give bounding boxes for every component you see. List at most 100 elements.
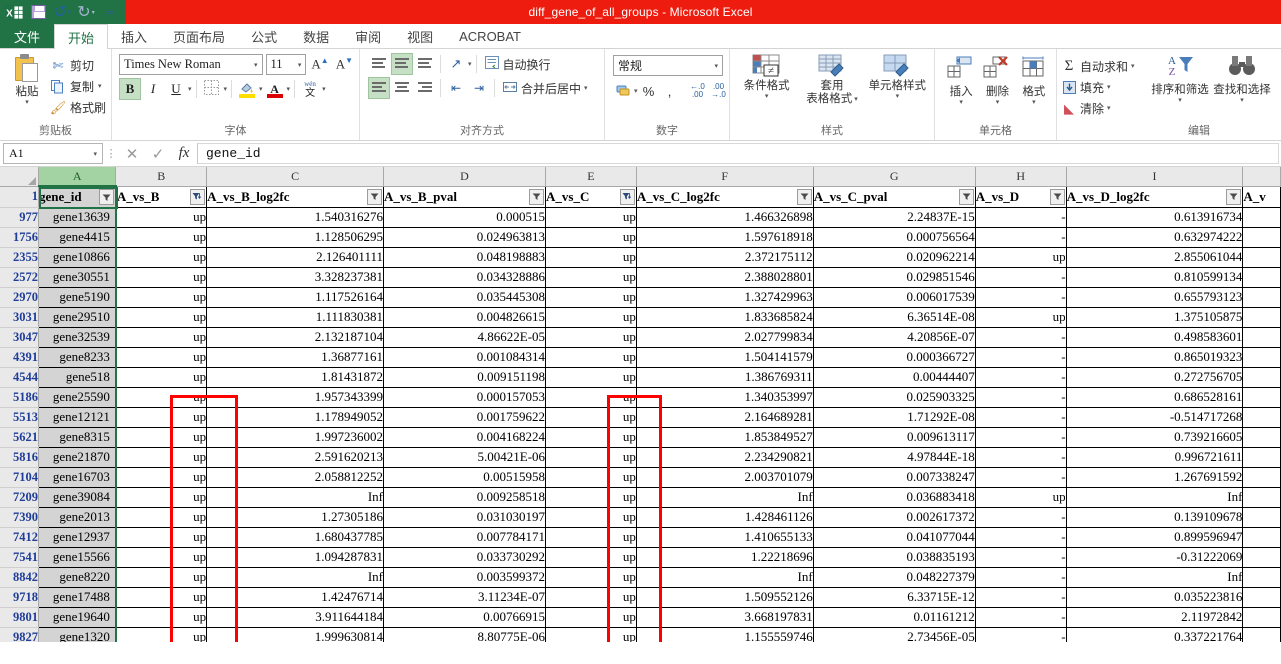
bold-button[interactable]: B <box>119 78 141 100</box>
table-cell[interactable]: up <box>545 587 637 608</box>
table-cell[interactable]: gene8220 <box>38 567 117 588</box>
column-header-I[interactable]: I <box>1066 167 1244 187</box>
column-header-E[interactable]: E <box>545 167 637 187</box>
table-cell[interactable]: 0.996721611 <box>1066 447 1244 468</box>
table-cell[interactable]: 0.001084314 <box>383 347 547 368</box>
shrink-font-button[interactable]: A▼ <box>334 56 355 72</box>
row-header[interactable]: 5621 <box>0 427 39 448</box>
table-cell[interactable]: - <box>975 427 1067 448</box>
table-cell[interactable]: gene12121 <box>38 407 117 428</box>
table-cell[interactable] <box>1242 427 1281 448</box>
table-cell[interactable]: 0.337221764 <box>1066 627 1244 642</box>
table-cell[interactable]: 0.020962214 <box>813 247 976 268</box>
table-cell[interactable]: - <box>975 627 1067 642</box>
table-cell[interactable]: 0.000157053 <box>383 387 547 408</box>
formula-input[interactable]: gene_id <box>197 143 1279 164</box>
accounting-format-button[interactable] <box>613 80 633 102</box>
decrease-indent-button[interactable]: ⇤ <box>445 77 467 99</box>
table-cell[interactable]: gene30551 <box>38 267 117 288</box>
table-cell[interactable]: - <box>975 367 1067 388</box>
table-cell[interactable]: 6.36514E-08 <box>813 307 976 328</box>
table-cell[interactable]: up <box>975 307 1067 328</box>
name-box[interactable]: A1 ▾ <box>3 143 103 164</box>
table-cell[interactable]: 3.668197831 <box>636 607 814 628</box>
tab-formulas[interactable]: 公式 <box>238 24 290 48</box>
table-cell[interactable]: gene15566 <box>38 547 117 568</box>
table-cell[interactable]: 0.004168224 <box>383 427 547 448</box>
table-cell[interactable]: up <box>545 207 637 228</box>
table-cell[interactable] <box>1242 247 1281 268</box>
table-cell[interactable]: - <box>975 467 1067 488</box>
row-header[interactable]: 1756 <box>0 227 39 248</box>
table-cell[interactable] <box>1242 287 1281 308</box>
table-cell[interactable]: up <box>545 467 637 488</box>
tab-review[interactable]: 审阅 <box>342 24 394 48</box>
table-cell[interactable]: up <box>115 527 208 548</box>
table-cell[interactable]: - <box>975 327 1067 348</box>
chevron-down-icon[interactable]: ▾ <box>25 99 29 106</box>
wrap-text-button[interactable]: 自动换行 <box>481 53 555 75</box>
row-header[interactable]: 2970 <box>0 287 39 308</box>
table-cell[interactable] <box>1242 527 1281 548</box>
table-cell[interactable]: gene10866 <box>38 247 117 268</box>
header-cell-a-vs-c[interactable]: A_vs_C <box>545 186 637 208</box>
table-cell[interactable]: up <box>545 267 637 288</box>
tab-view[interactable]: 视图 <box>394 24 446 48</box>
table-cell[interactable]: 0.004826615 <box>383 307 547 328</box>
tab-page-layout[interactable]: 页面布局 <box>160 24 238 48</box>
row-header[interactable]: 7412 <box>0 527 39 548</box>
chevron-down-icon[interactable]: ▾ <box>259 86 263 93</box>
table-cell[interactable]: 1.997236002 <box>206 427 384 448</box>
row-header[interactable]: 977 <box>0 207 39 228</box>
table-cell[interactable]: up <box>115 267 208 288</box>
table-cell[interactable]: 0.000756564 <box>813 227 976 248</box>
row-header[interactable]: 5513 <box>0 407 39 428</box>
number-format-combobox[interactable]: 常规 ▾ <box>613 55 723 76</box>
table-cell[interactable]: - <box>975 267 1067 288</box>
chevron-down-icon[interactable]: ▾ <box>188 86 192 93</box>
table-cell[interactable]: 1.81431872 <box>206 367 384 388</box>
table-cell[interactable]: - <box>975 227 1067 248</box>
table-cell[interactable]: up <box>115 547 208 568</box>
clear-button[interactable]: ◣ 清除 ▾ <box>1061 98 1149 119</box>
table-cell[interactable]: 0.036883418 <box>813 487 976 508</box>
table-cell[interactable]: -0.514717268 <box>1066 407 1244 428</box>
chevron-down-icon[interactable]: ▾ <box>1107 84 1111 91</box>
table-cell[interactable]: up <box>115 387 208 408</box>
insert-cells-button[interactable]: 插入 ▾ <box>943 52 979 106</box>
row-header[interactable]: 9827 <box>0 627 39 642</box>
table-cell[interactable]: gene13639 <box>38 207 117 228</box>
row-header[interactable]: 7541 <box>0 547 39 568</box>
phonetic-guide-button[interactable]: wén 文 <box>299 78 321 100</box>
tab-home[interactable]: 开始 <box>54 24 109 49</box>
table-cell[interactable]: 0.00515958 <box>383 467 547 488</box>
table-cell[interactable]: 2.11972842 <box>1066 607 1244 628</box>
table-cell[interactable]: 0.025903325 <box>813 387 976 408</box>
select-all-corner[interactable] <box>0 167 39 187</box>
filter-dropdown-icon[interactable] <box>1049 188 1065 205</box>
delete-cells-button[interactable]: 删除 ▾ <box>979 52 1015 106</box>
row-header[interactable]: 9718 <box>0 587 39 608</box>
table-cell[interactable] <box>1242 407 1281 428</box>
table-cell[interactable]: 1.410655133 <box>636 527 814 548</box>
cell-styles-button[interactable]: 单元格样式 ▾ <box>865 54 930 100</box>
chevron-down-icon[interactable]: ▾ <box>854 96 858 103</box>
header-cell-a-vs-d[interactable]: A_vs_D <box>975 186 1067 208</box>
table-cell[interactable]: 2.132187104 <box>206 327 384 348</box>
table-cell[interactable] <box>1242 627 1281 642</box>
table-cell[interactable]: 0.272756705 <box>1066 367 1244 388</box>
table-cell[interactable]: 0.686528161 <box>1066 387 1244 408</box>
conditional-formatting-button[interactable]: ≠ 条件格式 ▾ <box>734 54 799 100</box>
table-cell[interactable]: 0.810599134 <box>1066 267 1244 288</box>
table-cell[interactable]: - <box>975 387 1067 408</box>
table-cell[interactable]: 2.73456E-05 <box>813 627 976 642</box>
table-cell[interactable]: 2.027799834 <box>636 327 814 348</box>
table-cell[interactable]: -0.31222069 <box>1066 547 1244 568</box>
filter-applied-icon[interactable] <box>190 188 206 205</box>
table-cell[interactable]: up <box>115 587 208 608</box>
table-cell[interactable]: 0.613916734 <box>1066 207 1244 228</box>
table-cell[interactable]: 0.00444407 <box>813 367 976 388</box>
table-cell[interactable]: Inf <box>636 567 814 588</box>
table-cell[interactable]: 1.853849527 <box>636 427 814 448</box>
table-cell[interactable]: 1.327429963 <box>636 287 814 308</box>
